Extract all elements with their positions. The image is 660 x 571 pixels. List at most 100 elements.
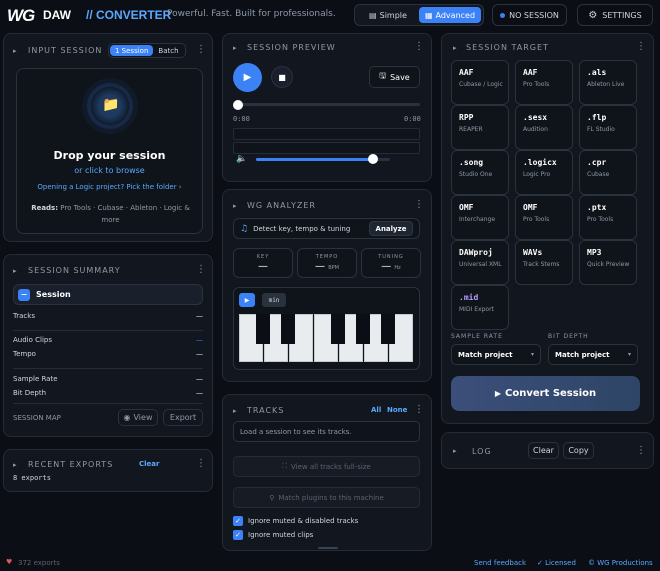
target-format-sesx-button[interactable]: .sesx Audition [515, 105, 573, 150]
more-options-icon[interactable]: ⋮ [636, 446, 646, 456]
target-format-aaf-button[interactable]: AAF Cubase / Logic [451, 60, 509, 105]
target-format-omf-button[interactable]: OMF Pro Tools [515, 195, 573, 240]
session-dropzone[interactable]: 📁 Drop your session or click to browse O… [16, 68, 203, 234]
tab-1session[interactable]: 1 Session [110, 45, 154, 56]
target-format-description: Ableton Live [587, 81, 625, 88]
target-format-description: Logic Pro [523, 171, 551, 178]
send-feedback-link[interactable]: Send feedback [474, 559, 526, 567]
plug-icon: ⚲ [269, 493, 275, 502]
target-format-label: RPP [459, 113, 474, 122]
target-format-flp-button[interactable]: .flp FL Studio [579, 105, 637, 150]
session-target-title: SESSION TARGET [466, 43, 549, 52]
convert-session-button[interactable]: ▶ Convert Session [451, 376, 640, 411]
clear-exports-button[interactable]: Clear [139, 460, 159, 468]
target-format-description: Pro Tools [587, 216, 614, 223]
target-format-wavs-button[interactable]: WAVs Track Stems [515, 240, 573, 285]
target-format-omf-button[interactable]: OMF Interchange [451, 195, 509, 240]
piano-black-key[interactable] [331, 314, 345, 344]
status-bar: ♥ 372 exports Send feedback ✓ Licensed ©… [0, 557, 660, 571]
target-format-label: .cpr [587, 158, 607, 167]
more-options-icon[interactable]: ⋮ [414, 405, 424, 415]
session-summary-header: − Session [13, 284, 203, 305]
mode-advanced-button[interactable]: ▦ Advanced [419, 7, 481, 23]
collapse-caret-icon[interactable]: ▸ [453, 447, 457, 455]
tab-batch[interactable]: Batch [153, 45, 183, 56]
piano-black-key[interactable] [256, 314, 270, 344]
target-format-mp3-button[interactable]: MP3 Quick Preview [579, 240, 637, 285]
browse-link[interactable]: or click to browse [17, 166, 202, 175]
more-options-icon[interactable]: ⋮ [414, 42, 424, 52]
view-map-button[interactable]: ◉ View [118, 409, 158, 426]
clear-log-button[interactable]: Clear [528, 442, 559, 459]
collapse-caret-icon[interactable]: ▸ [233, 202, 237, 210]
ignore-muted-tracks-checkbox[interactable]: ✓ Ignore muted & disabled tracks [233, 516, 358, 526]
chevron-down-icon: ▾ [530, 351, 534, 358]
more-options-icon[interactable]: ⋮ [196, 459, 206, 469]
target-format-logicx-button[interactable]: .logicx Logic Pro [515, 150, 573, 195]
tracks-title: TRACKS [247, 406, 285, 415]
more-options-icon[interactable]: ⋮ [636, 42, 646, 52]
target-format-aaf-button[interactable]: AAF Pro Tools [515, 60, 573, 105]
session-status-badge[interactable]: NO SESSION [492, 4, 567, 26]
copy-log-button[interactable]: Copy [563, 442, 594, 459]
play-icon: ▶ [243, 72, 252, 83]
play-icon: ▶ [244, 296, 250, 304]
target-format-description: Track Stems [523, 261, 560, 268]
target-format-cpr-button[interactable]: .cpr Cubase [579, 150, 637, 195]
target-format-mid-button[interactable]: .mid MIDI Export [451, 285, 509, 330]
summary-row-tracks: Tracks — [13, 312, 203, 320]
save-button[interactable]: 🖫 Save [369, 66, 420, 88]
summary-row-sample-rate: Sample Rate — [13, 375, 203, 383]
sample-rate-select[interactable]: Match project ▾ [451, 344, 541, 365]
mode-simple-button[interactable]: ▤ Simple [357, 7, 419, 23]
piano-black-key[interactable] [381, 314, 395, 344]
target-format-description: Audition [523, 126, 548, 133]
stop-button[interactable]: ■ [271, 66, 293, 88]
divider [13, 368, 203, 369]
view-all-tracks-button[interactable]: ⛶ View all tracks full-size [233, 456, 420, 477]
logic-folder-link[interactable]: Opening a Logic project? Pick the folder… [17, 183, 202, 191]
more-options-icon[interactable]: ⋮ [196, 265, 206, 275]
bit-depth-select[interactable]: Match project ▾ [548, 344, 638, 365]
scale-chip[interactable]: min [262, 293, 286, 307]
collapse-caret-icon[interactable]: ▸ [233, 407, 237, 415]
target-format-label: .mid [459, 293, 479, 302]
playhead-knob[interactable] [233, 100, 243, 110]
more-options-icon[interactable]: ⋮ [196, 45, 206, 55]
collapse-caret-icon[interactable]: ▸ [13, 267, 17, 275]
piano-black-key[interactable] [281, 314, 295, 344]
expand-icon: ⛶ [282, 462, 288, 470]
target-format-als-button[interactable]: .als Ableton Live [579, 60, 637, 105]
more-options-icon[interactable]: ⋮ [414, 200, 424, 210]
collapse-caret-icon[interactable]: ▸ [13, 461, 17, 469]
target-format-dawproj-button[interactable]: DAWproj Universal XML [451, 240, 509, 285]
analyze-button[interactable]: Analyze [369, 221, 413, 236]
tuning-meter: TUNING — Hz [361, 248, 421, 278]
collapse-caret-icon[interactable]: ▸ [13, 47, 17, 55]
play-scale-button[interactable]: ▶ [239, 293, 255, 307]
volume-knob[interactable] [368, 154, 378, 164]
playhead-track[interactable] [235, 103, 420, 106]
recent-exports-title: RECENT EXPORTS [28, 460, 114, 469]
resize-handle[interactable] [318, 547, 338, 549]
collapse-caret-icon[interactable]: ▸ [453, 44, 457, 52]
session-preview-panel: ▸ SESSION PREVIEW ⋮ ▶ ■ 🖫 Save 0:00 0:00 … [222, 33, 432, 182]
export-map-button[interactable]: Export [163, 409, 203, 426]
session-mode-tabs: 1 Session Batch [108, 43, 186, 58]
target-format-ptx-button[interactable]: .ptx Pro Tools [579, 195, 637, 240]
session-map-label: SESSION MAP [13, 414, 61, 422]
target-format-rpp-button[interactable]: RPP REAPER [451, 105, 509, 150]
piano-black-key[interactable] [356, 314, 370, 344]
target-format-description: Universal XML [459, 261, 502, 268]
settings-button[interactable]: ⚙ SETTINGS [577, 4, 653, 26]
collapse-caret-icon[interactable]: ▸ [233, 44, 237, 52]
select-all-button[interactable]: All [371, 406, 381, 414]
session-summary-title: SESSION SUMMARY [28, 266, 121, 275]
play-button[interactable]: ▶ [233, 63, 262, 92]
recent-exports-panel: ▸ RECENT EXPORTS Clear ⋮ 8 exports [3, 449, 213, 492]
target-format-song-button[interactable]: .song Studio One [451, 150, 509, 195]
minus-icon[interactable]: − [18, 288, 30, 301]
match-plugins-button[interactable]: ⚲ Match plugins to this machine [233, 487, 420, 508]
ignore-muted-clips-checkbox[interactable]: ✓ Ignore muted clips [233, 530, 313, 540]
select-none-button[interactable]: None [387, 406, 407, 414]
